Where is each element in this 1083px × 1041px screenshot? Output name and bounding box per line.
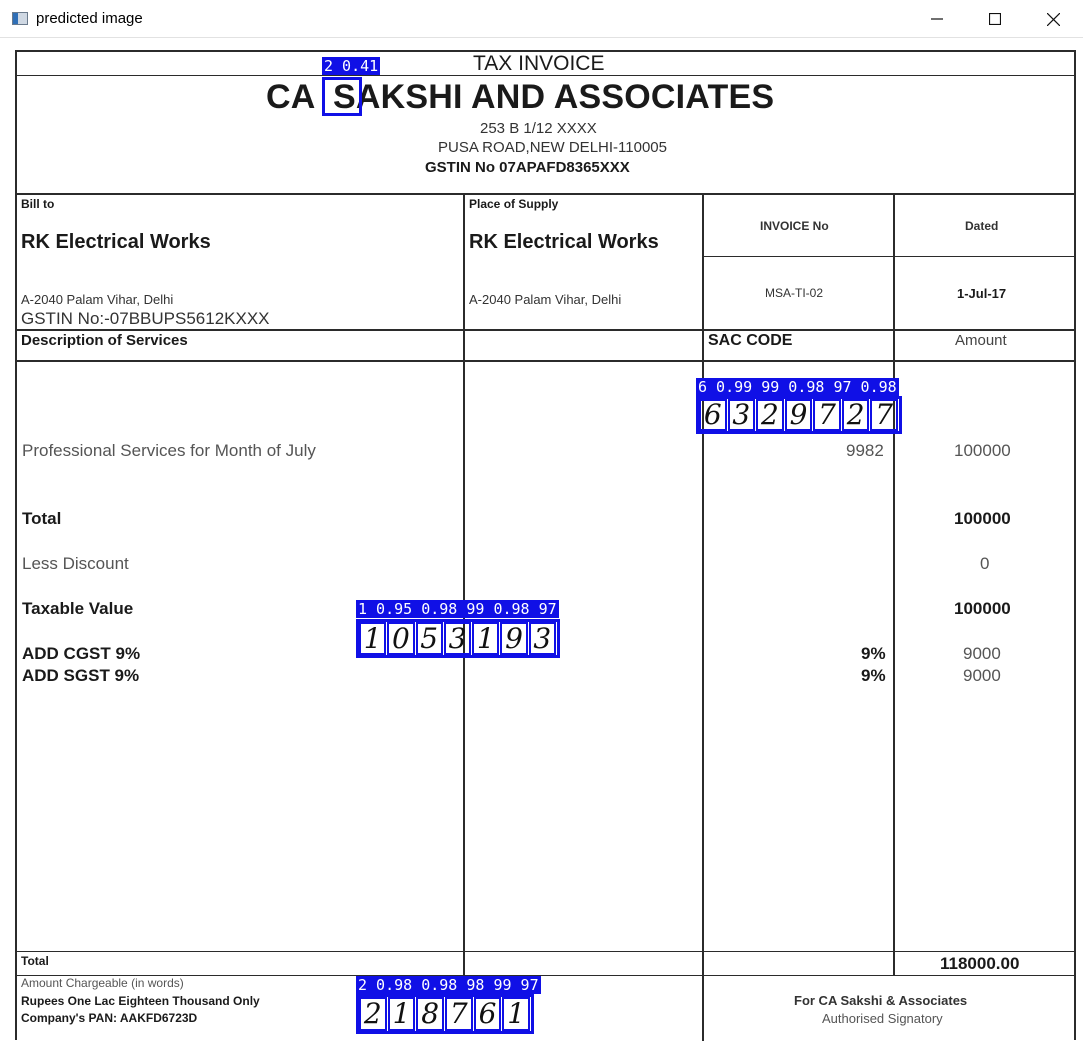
company-gstin: GSTIN No 07APAFD8365XXX bbox=[425, 159, 630, 176]
detected-digit: 3 bbox=[727, 399, 756, 431]
detected-digit: 5 bbox=[415, 622, 443, 655]
detected-digit: 9 bbox=[784, 399, 813, 431]
middle-digits-strip: 1053193 bbox=[359, 622, 557, 655]
window-titlebar: predicted image bbox=[0, 0, 1083, 38]
place-of-supply-name: RK Electrical Works bbox=[469, 231, 659, 253]
detected-digit: 6 bbox=[699, 399, 727, 431]
minimize-icon bbox=[931, 18, 943, 20]
minimize-button[interactable] bbox=[914, 0, 960, 38]
column-description: Description of Services bbox=[21, 332, 188, 349]
bill-to-name: RK Electrical Works bbox=[21, 231, 211, 253]
predicted-image-canvas: TAX INVOICE CA SAKSHI AND ASSOCIATES 253… bbox=[0, 39, 1083, 1041]
detected-digit: 9 bbox=[500, 622, 528, 655]
rule-above-total bbox=[15, 951, 1075, 952]
letter-detection-label: 2 0.41 bbox=[322, 57, 381, 75]
detected-digit: 3 bbox=[443, 622, 472, 655]
company-pan: Company's PAN: AAKFD6723D bbox=[21, 1011, 198, 1025]
table-border-left bbox=[15, 50, 17, 1040]
detected-digit: 1 bbox=[472, 622, 500, 655]
detected-digit: 7 bbox=[870, 399, 898, 431]
detected-digit: 8 bbox=[416, 997, 444, 1031]
service-sac: 9982 bbox=[846, 441, 884, 460]
invoice-heading: TAX INVOICE bbox=[473, 52, 605, 75]
cgst-rate: 9% bbox=[861, 644, 886, 663]
place-of-supply-label: Place of Supply bbox=[469, 197, 559, 211]
rule-below-columns bbox=[15, 360, 1075, 362]
close-icon bbox=[1046, 12, 1060, 26]
letter-detection-box bbox=[322, 77, 362, 116]
detected-digit: 7 bbox=[445, 997, 473, 1031]
detected-digit: 1 bbox=[387, 997, 416, 1031]
column-amount: Amount bbox=[955, 332, 1007, 349]
dated-label: Dated bbox=[965, 219, 999, 233]
bill-to-label: Bill to bbox=[21, 197, 55, 211]
bottom-digits-strip: 218761 bbox=[359, 997, 531, 1031]
detected-digit: 2 bbox=[841, 399, 870, 431]
dated-value: 1-Jul-17 bbox=[957, 286, 1007, 301]
detected-digit: 1 bbox=[359, 622, 387, 655]
subtotal-value: 100000 bbox=[954, 509, 1011, 528]
rule-above-columns bbox=[15, 329, 1075, 331]
invoice-no-label: INVOICE No bbox=[760, 219, 829, 233]
sgst-rate: 9% bbox=[861, 666, 886, 685]
discount-label: Less Discount bbox=[22, 554, 129, 573]
window-title: predicted image bbox=[36, 10, 143, 27]
authorised-signatory: Authorised Signatory bbox=[822, 1011, 943, 1026]
for-company: For CA Sakshi & Associates bbox=[794, 993, 968, 1008]
detected-digit: 2 bbox=[359, 997, 387, 1031]
top-digits-label: 6 0.99 99 0.98 97 0.98 bbox=[696, 378, 899, 396]
detected-digit: 7 bbox=[813, 399, 841, 431]
company-address-line1: 253 B 1/12 XXXX bbox=[480, 120, 597, 137]
detected-digit: 3 bbox=[528, 622, 556, 655]
bill-to-address: A-2040 Palam Vihar, Delhi bbox=[21, 292, 174, 307]
table-border-right bbox=[1074, 50, 1076, 1040]
sgst-label: ADD SGST 9% bbox=[22, 666, 140, 685]
maximize-button[interactable] bbox=[972, 0, 1018, 38]
taxable-value: 100000 bbox=[954, 599, 1011, 618]
maximize-icon bbox=[989, 13, 1001, 25]
grand-total-value: 118000.00 bbox=[940, 954, 1020, 973]
app-icon bbox=[12, 12, 28, 25]
amount-in-words: Rupees One Lac Eighteen Thousand Only bbox=[21, 994, 260, 1008]
cgst-label: ADD CGST 9% bbox=[22, 644, 141, 663]
place-of-supply-address: A-2040 Palam Vihar, Delhi bbox=[469, 292, 622, 307]
amount-words-label: Amount Chargeable (in words) bbox=[21, 976, 184, 990]
rule-below-header bbox=[15, 193, 1075, 195]
sgst-value: 9000 bbox=[963, 666, 1001, 685]
service-description: Professional Services for Month of July bbox=[22, 441, 316, 460]
bill-to-gstin: GSTIN No:-07BBUPS5612KXXX bbox=[21, 309, 270, 328]
taxable-label: Taxable Value bbox=[22, 599, 134, 618]
service-amount: 100000 bbox=[954, 441, 1011, 460]
detected-digit: 2 bbox=[756, 399, 784, 431]
close-button[interactable] bbox=[1030, 0, 1076, 38]
invoice-no-value: MSA-TI-02 bbox=[765, 286, 824, 300]
detected-digit: 6 bbox=[473, 997, 502, 1031]
column-sac-code: SAC CODE bbox=[708, 332, 793, 349]
cgst-value: 9000 bbox=[963, 644, 1001, 663]
rule-col-2 bbox=[702, 193, 704, 1041]
subtotal-label: Total bbox=[22, 509, 62, 528]
rule-col-1 bbox=[463, 193, 465, 975]
bottom-digits-label: 2 0.98 0.98 98 99 97 bbox=[356, 976, 541, 994]
company-name: SAKSHI AND ASSOCIATES bbox=[333, 78, 775, 116]
top-digits-strip: 6329727 bbox=[699, 399, 899, 431]
detected-digit: 0 bbox=[387, 622, 415, 655]
rule-col-3 bbox=[893, 193, 895, 975]
rule-invoice-cells bbox=[703, 256, 1075, 257]
company-address-line2: PUSA ROAD,NEW DELHI-110005 bbox=[438, 139, 667, 156]
middle-digits-label: 1 0.95 0.98 99 0.98 97 bbox=[356, 600, 559, 618]
company-name-prefix: CA bbox=[266, 78, 316, 116]
detected-digit: 1 bbox=[502, 997, 530, 1031]
discount-value: 0 bbox=[980, 554, 990, 573]
grand-total-label: Total bbox=[21, 954, 49, 968]
